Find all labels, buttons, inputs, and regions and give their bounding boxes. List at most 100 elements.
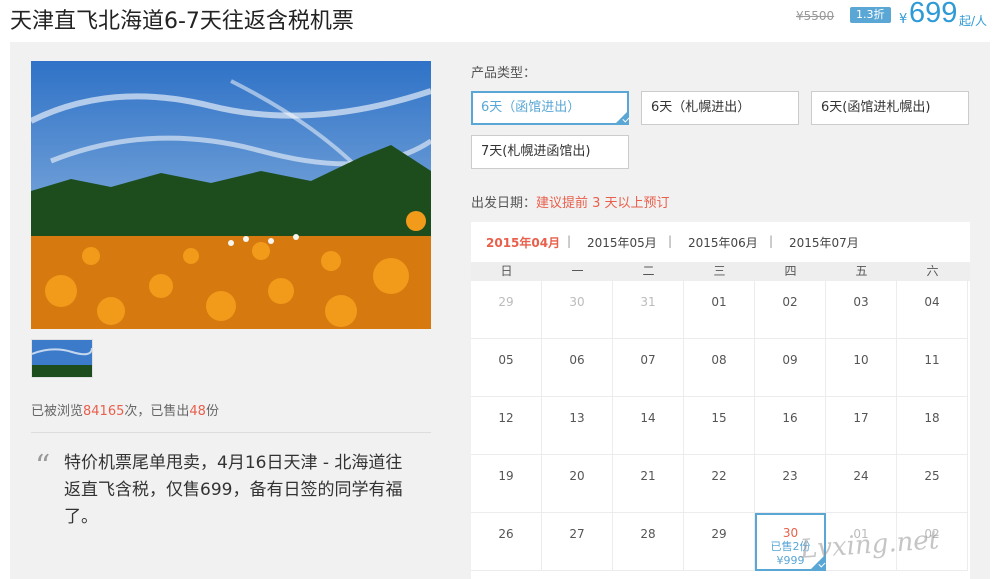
calendar-day[interactable]: 29	[471, 281, 542, 339]
calendar-day[interactable]: 04	[897, 281, 968, 339]
option-label: 6天（函馆进出）	[481, 100, 581, 115]
original-price: ¥5500	[796, 9, 835, 23]
day-number: 27	[569, 527, 585, 541]
day-number: 26	[498, 527, 514, 541]
calendar-day[interactable]: 20	[542, 455, 613, 513]
calendar-day[interactable]: 15	[684, 397, 755, 455]
day-number: 05	[498, 353, 514, 367]
price-currency: ¥	[899, 12, 908, 27]
calendar-day[interactable]: 27	[542, 513, 613, 571]
day-number: 08	[711, 353, 727, 367]
option-6d-hakodate-in-sapporo-out[interactable]: 6天(函馆进札幌出)	[811, 91, 969, 125]
price-value: 699	[909, 0, 958, 29]
calendar-day[interactable]: 10	[826, 339, 897, 397]
option-6d-sapporo[interactable]: 6天（札幌进出）	[641, 91, 799, 125]
day-number: 22	[711, 469, 727, 483]
thumbnail-image[interactable]	[31, 339, 93, 378]
weekday-label: 日	[500, 264, 513, 278]
day-number: 31	[640, 295, 656, 309]
day-number: 30	[569, 295, 585, 309]
calendar-day[interactable]: 25	[897, 455, 968, 513]
calendar-day[interactable]: 24	[826, 455, 897, 513]
month-separator: |	[668, 234, 673, 248]
quote-icon: “	[35, 449, 51, 484]
day-number: 17	[853, 411, 869, 425]
option-label: 6天（札幌进出）	[651, 100, 751, 115]
month-separator: |	[567, 234, 572, 248]
sold-unit: 份	[205, 404, 219, 419]
page-title: 天津直飞北海道6-7天往返含税机票	[10, 9, 354, 34]
option-7d-sapporo-in-hakodate-out[interactable]: 7天(札幌进函馆出)	[471, 135, 629, 169]
day-number: 13	[569, 411, 585, 425]
month-tab-2015-04[interactable]: 2015年04月	[486, 234, 560, 251]
calendar-day[interactable]: 22	[684, 455, 755, 513]
price-unit: 起/人	[959, 14, 988, 28]
option-label: 6天(函馆进札幌出)	[821, 100, 931, 115]
calendar-day[interactable]: 03	[826, 281, 897, 339]
calendar-day[interactable]: 21	[613, 455, 684, 513]
calendar-day[interactable]: 18	[897, 397, 968, 455]
day-number: 19	[498, 469, 514, 483]
day-number: 11	[924, 353, 940, 367]
calendar-day[interactable]: 01	[684, 281, 755, 339]
day-number: 14	[640, 411, 656, 425]
views-label: 已被浏览	[31, 404, 84, 419]
day-number: 04	[924, 295, 940, 309]
calendar-day[interactable]: 11	[897, 339, 968, 397]
weekday-label: 六	[926, 264, 939, 278]
booking-tip: 建议提前 3 天以上预订	[536, 196, 670, 211]
calendar-day[interactable]: 14	[613, 397, 684, 455]
weekday-label: 三	[713, 264, 726, 278]
weekday-label: 五	[855, 264, 868, 278]
day-number: 24	[853, 469, 869, 483]
calendar-day[interactable]: 09	[755, 339, 826, 397]
departure-calendar: 2015年04月 | 2015年05月 | 2015年06月 | 2015年07…	[471, 222, 970, 579]
view-sold-stats: 已被浏览84165次，已售出48份	[31, 400, 219, 419]
calendar-day[interactable]: 16	[755, 397, 826, 455]
calendar-day[interactable]: 23	[755, 455, 826, 513]
calendar-day[interactable]: 30	[542, 281, 613, 339]
views-count: 84165	[83, 404, 125, 419]
calendar-day[interactable]: 06	[542, 339, 613, 397]
month-tabs: 2015年04月 | 2015年05月 | 2015年06月 | 2015年07…	[471, 222, 970, 262]
month-separator: |	[769, 234, 774, 248]
calendar-day[interactable]: 08	[684, 339, 755, 397]
day-number: 21	[640, 469, 656, 483]
day-number: 10	[853, 353, 869, 367]
day-number: 30	[782, 526, 799, 540]
month-tab-2015-05[interactable]: 2015年05月	[587, 234, 657, 251]
calendar-day[interactable]: 13	[542, 397, 613, 455]
discount-badge: 1.3折	[850, 7, 891, 23]
weekday-label: 二	[642, 264, 655, 278]
day-number: 12	[498, 411, 514, 425]
day-number: 28	[640, 527, 656, 541]
calendar-day[interactable]: 28	[613, 513, 684, 571]
month-tab-2015-06[interactable]: 2015年06月	[688, 234, 758, 251]
day-number: 09	[782, 353, 798, 367]
day-number: 29	[498, 295, 514, 309]
weekday-label: 一	[571, 264, 584, 278]
day-number: 03	[853, 295, 869, 309]
calendar-day[interactable]: 19	[471, 455, 542, 513]
day-number: 06	[569, 353, 585, 367]
day-number: 01	[711, 295, 727, 309]
day-number: 25	[924, 469, 940, 483]
calendar-day[interactable]: 12	[471, 397, 542, 455]
calendar-day[interactable]: 17	[826, 397, 897, 455]
calendar-day[interactable]: 05	[471, 339, 542, 397]
day-number: 29	[711, 527, 727, 541]
calendar-day[interactable]: 29	[684, 513, 755, 571]
day-number: 23	[782, 469, 798, 483]
calendar-day[interactable]: 07	[613, 339, 684, 397]
calendar-day[interactable]: 31	[613, 281, 684, 339]
day-number: 18	[924, 411, 940, 425]
month-tab-2015-07[interactable]: 2015年07月	[789, 234, 859, 251]
option-6d-hakodate[interactable]: 6天（函馆进出）	[471, 91, 629, 125]
weekday-label: 四	[784, 264, 797, 278]
product-description: 特价机票尾单甩卖，4月16日天津 - 北海道往返直飞含税，仅售699，备有日签的…	[64, 453, 403, 527]
option-label: 7天(札幌进函馆出)	[481, 144, 591, 159]
calendar-day[interactable]: 02	[755, 281, 826, 339]
calendar-day[interactable]: 26	[471, 513, 542, 571]
day-number: 15	[711, 411, 727, 425]
day-number: 07	[640, 353, 656, 367]
